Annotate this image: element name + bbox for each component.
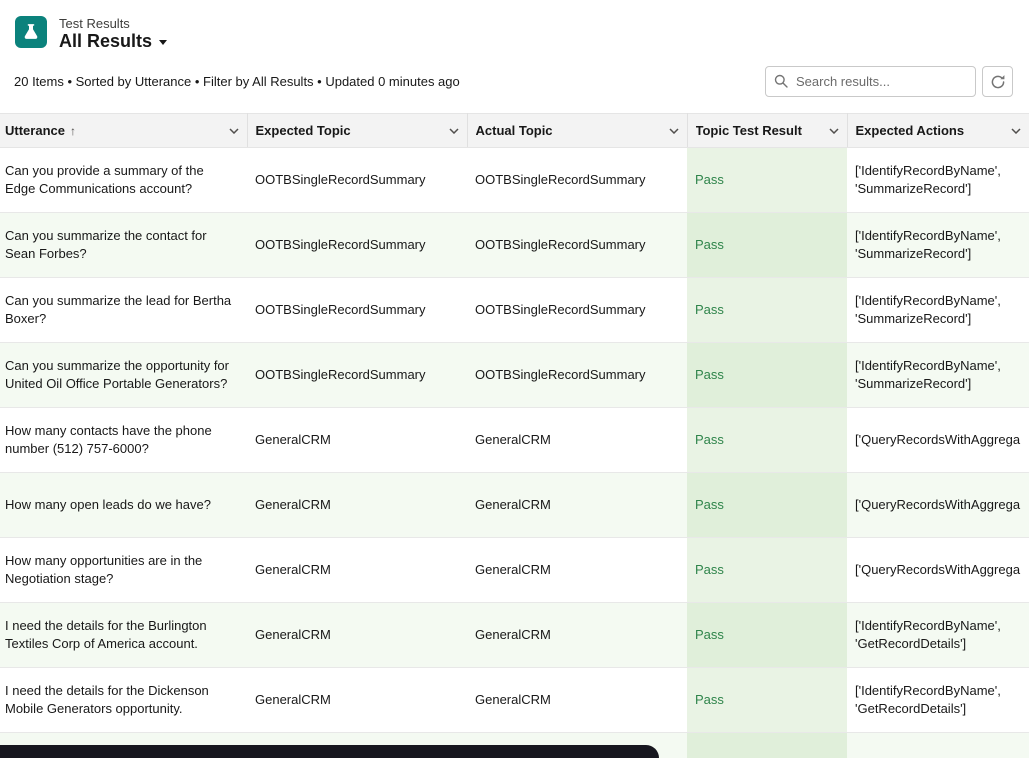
cell-actual-topic: OOTBSingleRecordSummary [467, 343, 687, 408]
cell-expected-topic: GeneralCRM [247, 603, 467, 668]
cell-utterance: Can you provide a summary of the Edge Co… [0, 148, 247, 213]
cell-topic-test-result: Pass [687, 538, 847, 603]
cell-actual-topic: GeneralCRM [467, 408, 687, 473]
column-header-actual-topic[interactable]: Actual Topic [467, 114, 687, 148]
column-label-expected-actions: Expected Actions [856, 123, 965, 138]
flask-icon [21, 22, 41, 42]
column-label-expected-topic: Expected Topic [256, 123, 351, 138]
chevron-down-icon[interactable] [667, 126, 681, 136]
refresh-icon [990, 74, 1006, 90]
cell-actual-topic: GeneralCRM [467, 473, 687, 538]
cell-expected-actions: ['IdentifyRecordByName', [847, 733, 1029, 758]
cell-topic-test-result: Pass [687, 148, 847, 213]
cell-utterance: Can you summarize the contact for Sean F… [0, 213, 247, 278]
cell-actual-topic: OOTBSingleRecordSummary [467, 278, 687, 343]
table-header-row: Utterance ↑ Expected Topic Actual Topic Topi… [0, 114, 1029, 148]
test-results-object-icon [15, 16, 47, 48]
cell-actual-topic: GeneralCRM [467, 603, 687, 668]
cell-expected-actions: ['QueryRecordsWithAggrega [847, 408, 1029, 473]
cell-expected-actions: ['IdentifyRecordByName', 'SummarizeRecor… [847, 278, 1029, 343]
cell-actual-topic: GeneralCRM [467, 538, 687, 603]
page-titles: Test Results All Results [59, 16, 167, 52]
cell-actual-topic: GeneralCRM [467, 668, 687, 733]
cell-topic-test-result: Pass [687, 668, 847, 733]
cell-expected-topic: GeneralCRM [247, 473, 467, 538]
cell-topic-test-result: Pass [687, 278, 847, 343]
chevron-down-icon [159, 40, 167, 45]
cell-utterance: How many open leads do we have? [0, 473, 247, 538]
cell-expected-topic: GeneralCRM [247, 538, 467, 603]
cell-topic-test-result: Pass [687, 213, 847, 278]
cell-expected-topic: OOTBSingleRecordSummary [247, 148, 467, 213]
cell-utterance: I need the details for the Dickenson Mob… [0, 668, 247, 733]
cell-utterance: How many contacts have the phone number … [0, 408, 247, 473]
table-row[interactable]: Can you summarize the lead for Bertha Bo… [0, 278, 1029, 343]
cell-expected-topic: OOTBSingleRecordSummary [247, 278, 467, 343]
cell-expected-actions: ['QueryRecordsWithAggrega [847, 538, 1029, 603]
list-toolbar: 20 Items • Sorted by Utterance • Filter … [0, 54, 1029, 113]
column-header-expected-actions[interactable]: Expected Actions [847, 114, 1029, 148]
cell-actual-topic: OOTBSingleRecordSummary [467, 148, 687, 213]
column-header-topic-test-result[interactable]: Topic Test Result [687, 114, 847, 148]
docked-utility-bar[interactable] [0, 745, 659, 758]
column-header-expected-topic[interactable]: Expected Topic [247, 114, 467, 148]
column-label-actual-topic: Actual Topic [476, 123, 553, 138]
refresh-button[interactable] [982, 66, 1013, 97]
cell-expected-actions: ['IdentifyRecordByName', 'GetRecordDetai… [847, 668, 1029, 733]
column-label-utterance: Utterance [5, 123, 65, 138]
cell-utterance: I need the details for the Burlington Te… [0, 603, 247, 668]
list-summary-text: 20 Items • Sorted by Utterance • Filter … [14, 74, 460, 89]
cell-topic-test-result: Pass [687, 603, 847, 668]
results-table: Utterance ↑ Expected Topic Actual Topic Topi… [0, 113, 1029, 758]
table-row[interactable]: How many contacts have the phone number … [0, 408, 1029, 473]
table-row[interactable]: Can you summarize the contact for Sean F… [0, 213, 1029, 278]
cell-expected-actions: ['IdentifyRecordByName', 'SummarizeRecor… [847, 148, 1029, 213]
sort-ascending-icon: ↑ [70, 124, 76, 138]
table-row[interactable]: Can you provide a summary of the Edge Co… [0, 148, 1029, 213]
test-results-page: Test Results All Results 20 Items • Sort… [0, 0, 1029, 758]
column-label-topic-test-result: Topic Test Result [696, 123, 802, 138]
cell-utterance: How many opportunities are in the Negoti… [0, 538, 247, 603]
list-view-name: All Results [59, 31, 152, 52]
cell-expected-actions: ['IdentifyRecordByName', 'SummarizeRecor… [847, 213, 1029, 278]
column-header-utterance[interactable]: Utterance ↑ [0, 114, 247, 148]
page-header: Test Results All Results [0, 0, 1029, 54]
chevron-down-icon[interactable] [447, 126, 461, 136]
table-row[interactable]: How many opportunities are in the Negoti… [0, 538, 1029, 603]
cell-expected-actions: ['QueryRecordsWithAggrega [847, 473, 1029, 538]
cell-expected-actions: ['IdentifyRecordByName', 'GetRecordDetai… [847, 603, 1029, 668]
entity-label: Test Results [59, 16, 167, 31]
table-row[interactable]: How many open leads do we have?GeneralCR… [0, 473, 1029, 538]
cell-actual-topic: OOTBSingleRecordSummary [467, 213, 687, 278]
cell-topic-test-result [687, 733, 847, 758]
cell-expected-topic: OOTBSingleRecordSummary [247, 213, 467, 278]
search-box [765, 66, 976, 97]
search-input[interactable] [765, 66, 976, 97]
list-view-selector[interactable]: All Results [59, 31, 167, 52]
cell-utterance: Can you summarize the opportunity for Un… [0, 343, 247, 408]
cell-topic-test-result: Pass [687, 343, 847, 408]
cell-expected-topic: OOTBSingleRecordSummary [247, 343, 467, 408]
cell-expected-topic: GeneralCRM [247, 408, 467, 473]
chevron-down-icon[interactable] [827, 126, 841, 136]
cell-topic-test-result: Pass [687, 473, 847, 538]
cell-utterance: Can you summarize the lead for Bertha Bo… [0, 278, 247, 343]
search-icon [774, 74, 788, 88]
table-row[interactable]: I need the details for the Burlington Te… [0, 603, 1029, 668]
chevron-down-icon[interactable] [1009, 126, 1023, 136]
toolbar-actions [765, 66, 1013, 97]
chevron-down-icon[interactable] [227, 126, 241, 136]
table-row[interactable]: I need the details for the Dickenson Mob… [0, 668, 1029, 733]
table-row[interactable]: Can you summarize the opportunity for Un… [0, 343, 1029, 408]
cell-expected-topic: GeneralCRM [247, 668, 467, 733]
cell-topic-test-result: Pass [687, 408, 847, 473]
cell-expected-actions: ['IdentifyRecordByName', 'SummarizeRecor… [847, 343, 1029, 408]
